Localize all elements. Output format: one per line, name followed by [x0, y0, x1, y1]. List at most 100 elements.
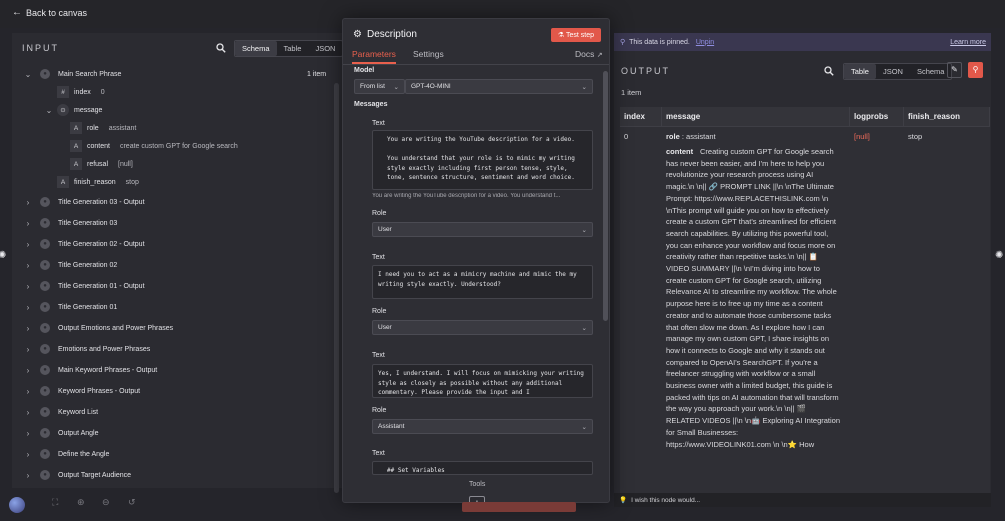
- text-label: Text: [372, 352, 385, 359]
- execute-workflow-button[interactable]: [462, 502, 576, 512]
- tree-node[interactable]: › ● Keyword List: [24, 403, 98, 421]
- input-tab-table[interactable]: Table: [277, 41, 309, 56]
- tree-node[interactable]: › ● Define the Angle: [24, 445, 109, 463]
- search-icon[interactable]: [824, 66, 834, 76]
- undo-icon[interactable]: ↺: [128, 497, 136, 508]
- tree-node[interactable]: › ● Title Generation 02 - Output: [24, 235, 145, 253]
- tree-node-main-search-phrase[interactable]: ⌄ ● Main Search Phrase: [24, 65, 121, 83]
- field-key[interactable]: role: [87, 125, 99, 132]
- input-tab-json[interactable]: JSON: [308, 41, 342, 56]
- model-source-select[interactable]: From list ⌄: [354, 79, 405, 94]
- tree-node[interactable]: › ● Title Generation 01 - Output: [24, 277, 145, 295]
- chevron-right-icon: ›: [26, 386, 30, 396]
- output-tab-json[interactable]: JSON: [876, 64, 910, 79]
- learn-more-link[interactable]: Learn more: [950, 39, 986, 46]
- message-text-input[interactable]: I need you to act as a mimicry machine a…: [372, 265, 593, 299]
- content-value: Creating custom GPT for Google search ha…: [666, 147, 841, 449]
- string-type-icon: A: [57, 176, 69, 188]
- field-role: A role assistant: [70, 119, 136, 137]
- value-label: assistant: [686, 132, 716, 141]
- text-label: Text: [372, 254, 385, 261]
- tree-node[interactable]: › ● Title Generation 02: [24, 256, 117, 274]
- input-tab-schema[interactable]: Schema: [235, 41, 277, 56]
- role-label: Role: [372, 210, 387, 217]
- message-text: I need you to act as a mimicry machine a…: [378, 271, 577, 288]
- output-tab-schema[interactable]: Schema: [910, 64, 952, 79]
- tree-node[interactable]: › ● Output Angle: [24, 424, 98, 442]
- cell-message-role: role : assistant: [666, 132, 716, 141]
- message-text: ## Set Variables: [387, 467, 445, 474]
- feedback-text: I wish this node would...: [631, 496, 701, 504]
- message-text: You are writing the YouTube description …: [387, 136, 575, 181]
- output-view-toggle: Table JSON Schema: [843, 63, 953, 80]
- output-header: OUTPUT: [621, 66, 670, 76]
- chevron-right-icon: ›: [26, 470, 30, 480]
- chevron-down-icon: ⌄: [45, 105, 53, 115]
- feedback-bar[interactable]: 💡 I wish this node would...: [614, 493, 991, 507]
- output-tab-table[interactable]: Table: [844, 64, 876, 79]
- tree-node[interactable]: › ● Keyword Phrases - Output: [24, 382, 140, 400]
- tab-parameters[interactable]: Parameters: [352, 49, 396, 64]
- tree-node[interactable]: › ● Emotions and Power Phrases: [24, 340, 150, 358]
- tree-node[interactable]: › ● Title Generation 03 - Output: [24, 193, 145, 211]
- node-icon: ●: [40, 69, 50, 79]
- cell-index: 0: [624, 132, 629, 141]
- zoom-out-icon[interactable]: ⊖: [102, 497, 110, 508]
- tree-node[interactable]: › ● Title Generation 01: [24, 298, 117, 316]
- message-text-input[interactable]: You are writing the YouTube description …: [372, 130, 593, 190]
- input-header: INPUT: [22, 43, 59, 53]
- parameters-scrollbar[interactable]: [603, 71, 608, 321]
- back-to-canvas-button[interactable]: ← Back to canvas: [12, 7, 87, 18]
- docs-link[interactable]: Docs ↗: [575, 49, 603, 59]
- node-icon: ●: [40, 470, 50, 480]
- field-key[interactable]: finish_reason: [74, 179, 116, 186]
- message-text-input[interactable]: Yes, I understand. I will focus on mimic…: [372, 364, 593, 398]
- tab-settings[interactable]: Settings: [413, 49, 444, 59]
- edit-icon[interactable]: ✎: [947, 62, 962, 78]
- lightbulb-icon: 💡: [619, 497, 628, 504]
- external-link-icon: ↗: [596, 52, 603, 59]
- string-type-icon: A: [70, 158, 82, 170]
- search-icon[interactable]: [216, 43, 226, 53]
- chevron-right-icon: ›: [26, 239, 30, 249]
- flask-icon: ⚗: [557, 32, 565, 39]
- field-key[interactable]: refusal: [87, 161, 108, 168]
- pin-button[interactable]: ⚲: [968, 62, 983, 78]
- tree-node[interactable]: › ● Output Target Audience: [24, 466, 131, 484]
- number-type-icon: #: [57, 86, 69, 98]
- pin-icon: ⚲: [620, 39, 626, 46]
- chevron-right-icon: ›: [26, 281, 30, 291]
- node-title-text[interactable]: Description: [367, 29, 417, 40]
- assistant-avatar[interactable]: [9, 497, 25, 513]
- tree-node[interactable]: › ● Output Emotions and Power Phrases: [24, 319, 173, 337]
- tree-node-label: Define the Angle: [58, 450, 110, 458]
- openai-node-icon: ✺: [995, 250, 1004, 261]
- cell-finish-reason: stop: [908, 132, 923, 141]
- tree-node-label: Main Search Phrase: [58, 70, 122, 78]
- input-panel: INPUT Schema Table JSON ⌄ ● Main Search …: [12, 33, 344, 493]
- test-step-button[interactable]: ⚗ Test step: [550, 28, 601, 42]
- message-text-input[interactable]: ## Set Variables: [372, 461, 593, 475]
- node-icon: ●: [40, 239, 50, 249]
- role-select[interactable]: User ⌄: [372, 222, 593, 237]
- tree-node-label: Title Generation 02 - Output: [58, 240, 145, 248]
- field-content: A content create custom GPT for Google s…: [70, 137, 238, 155]
- model-select[interactable]: GPT-4O-MINI ⌄: [405, 79, 593, 94]
- field-key[interactable]: index: [74, 89, 91, 96]
- input-scrollbar[interactable]: [334, 83, 339, 493]
- role-select[interactable]: User ⌄: [372, 320, 593, 335]
- fit-view-icon[interactable]: ⛶: [52, 497, 58, 508]
- field-message[interactable]: ⌄ ⊙ message: [45, 101, 102, 119]
- tree-node[interactable]: › ● Title Generation 03: [24, 214, 117, 232]
- chevron-down-icon: ⌄: [581, 423, 587, 431]
- field-key[interactable]: content: [87, 143, 110, 150]
- column-header-logprobs: logprobs: [850, 107, 904, 127]
- tree-node[interactable]: › ● Main Keyword Phrases - Output: [24, 361, 157, 379]
- zoom-in-icon[interactable]: ⊕: [77, 497, 85, 508]
- tree-node-label: Output Target Audience: [58, 471, 132, 479]
- unpin-link[interactable]: Unpin: [696, 39, 714, 46]
- tree-node-label: Title Generation 02: [58, 261, 118, 269]
- role-select[interactable]: Assistant ⌄: [372, 419, 593, 434]
- select-value: From list: [360, 83, 385, 90]
- field-key: message: [74, 106, 103, 114]
